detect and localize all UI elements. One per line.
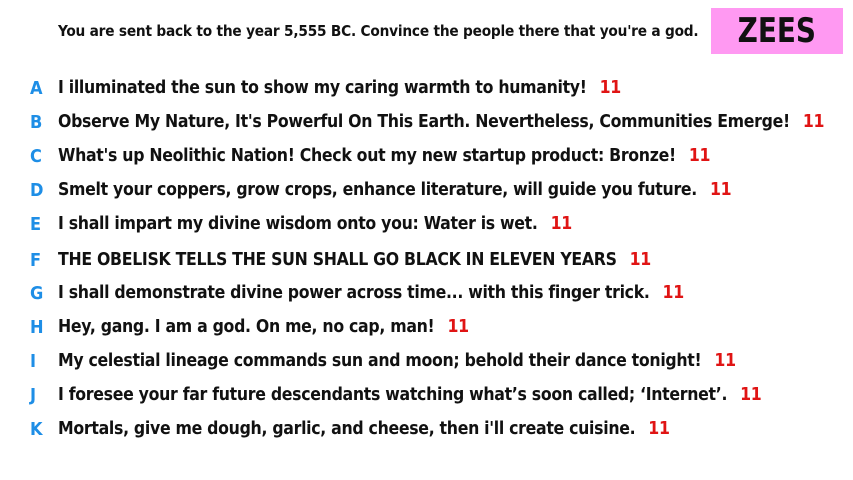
answer-score: 11 (447, 317, 469, 337)
answer-text-content: I shall impart my divine wisdom onto you… (58, 214, 538, 234)
answer-score: 11 (740, 385, 762, 405)
answer-score: 11 (550, 214, 573, 234)
answer-text-content: I shall demonstrate divine power across … (58, 283, 650, 303)
answer-letter: B (30, 111, 43, 133)
answer-text-content: Smelt your coppers, grow crops, enhance … (58, 180, 697, 200)
answer-score: 11 (629, 250, 652, 270)
answer-text-content: I foresee your far future descendants wa… (58, 385, 728, 405)
question-text: You are sent back to the year 5,555 BC. … (58, 22, 699, 40)
answer-text-content: Observe My Nature, It's Powerful On This… (58, 112, 790, 132)
answer-text-content: Hey, gang. I am a god. On me, no cap, ma… (58, 317, 435, 337)
answer-text-content: Mortals, give me dough, garlic, and chee… (58, 419, 636, 439)
answer-text-content: My celestial lineage commands sun and mo… (58, 351, 702, 371)
answer-score: 11 (662, 283, 685, 303)
answer-letter: G (30, 282, 44, 304)
brand-tag: ZEES (711, 8, 843, 54)
answer-text: Smelt your coppers, grow crops, enhance … (58, 180, 732, 200)
answer-letter: K (30, 418, 43, 440)
answer-score: 11 (714, 351, 736, 371)
answer-text: THE OBELISK TELLS THE SUN SHALL GO BLACK… (58, 250, 651, 270)
answer-letter: E (30, 213, 42, 235)
answer-letter: I (30, 350, 37, 372)
answer-text-content: What's up Neolithic Nation! Check out my… (58, 146, 676, 166)
answer-text-content: I illuminated the sun to show my caring … (58, 78, 587, 98)
answer-letter: F (30, 249, 42, 271)
answer-letter: H (30, 316, 44, 338)
answer-text: I shall impart my divine wisdom onto you… (58, 214, 572, 234)
answer-letter: J (30, 384, 37, 406)
answer-text: What's up Neolithic Nation! Check out my… (58, 146, 710, 166)
answer-score: 11 (709, 180, 732, 200)
answer-text: I illuminated the sun to show my caring … (58, 78, 621, 98)
brand-tag-label: ZEES (737, 11, 817, 51)
answer-text: I foresee your far future descendants wa… (58, 385, 762, 405)
answer-letter: C (30, 145, 42, 167)
answer-text: I shall demonstrate divine power across … (58, 283, 684, 303)
answer-text-content: THE OBELISK TELLS THE SUN SHALL GO BLACK… (58, 250, 617, 270)
answer-score: 11 (648, 419, 670, 439)
answer-text: Hey, gang. I am a god. On me, no cap, ma… (58, 317, 469, 337)
answer-score: 11 (802, 112, 825, 132)
answer-text: Observe My Nature, It's Powerful On This… (58, 112, 824, 132)
answer-score: 11 (688, 146, 711, 166)
answer-letter: D (30, 179, 44, 201)
answer-letter: A (30, 77, 43, 99)
answer-score: 11 (599, 78, 622, 98)
answer-text: My celestial lineage commands sun and mo… (58, 351, 736, 371)
answer-text: Mortals, give me dough, garlic, and chee… (58, 419, 670, 439)
